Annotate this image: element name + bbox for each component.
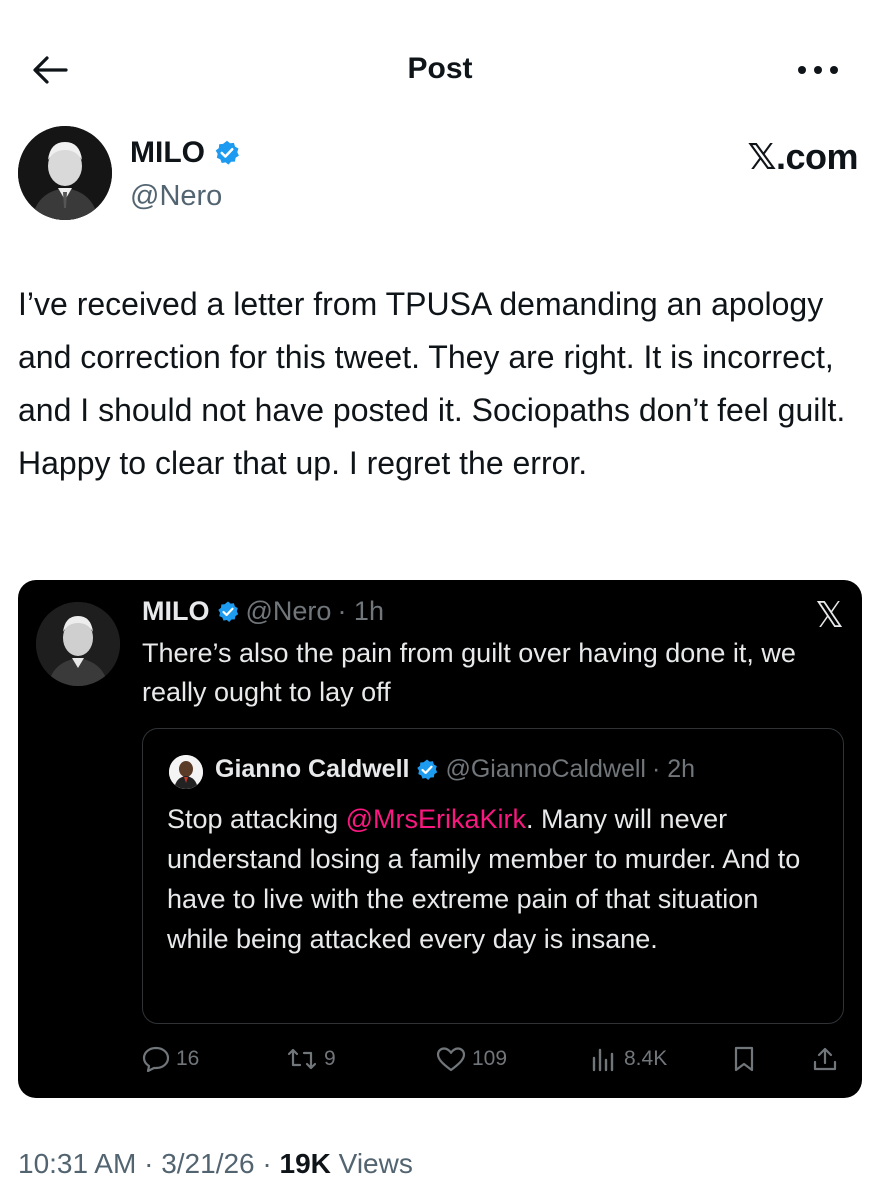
post-body-text: I’ve received a letter from TPUSA demand… xyxy=(18,286,846,481)
embedded-action-bar: 16 9 109 8.4K xyxy=(18,1036,862,1082)
views-total[interactable]: 19K xyxy=(280,1148,331,1179)
quoted-tweet-header: Gianno Caldwell @GiannoCaldwell · 2h xyxy=(215,755,695,784)
site-watermark: 𝕏.com xyxy=(747,136,858,177)
repost-icon xyxy=(287,1048,317,1070)
heart-icon xyxy=(436,1047,466,1072)
quoted-tweet-text: Stop attacking @MrsErikaKirk. Many will … xyxy=(167,799,827,959)
repost-action: 9 xyxy=(286,1036,336,1082)
embedded-author-name: MILO xyxy=(142,596,210,626)
meta-separator: · xyxy=(136,1148,162,1179)
embedded-tweet-header: MILO @Nero · 1h xyxy=(142,596,384,627)
like-count: 109 xyxy=(472,1047,508,1070)
bookmark-icon xyxy=(734,1046,754,1072)
bookmark-action xyxy=(732,1036,756,1082)
quoted-timestamp: · 2h xyxy=(651,755,696,783)
top-bar: Post xyxy=(0,40,880,100)
meta-separator: · xyxy=(254,1148,280,1179)
post-author: MILO @Nero 𝕏.com xyxy=(18,126,862,226)
page-title: Post xyxy=(407,52,473,85)
more-horizontal-icon xyxy=(798,66,838,74)
x-logo-icon: 𝕏 xyxy=(814,594,844,635)
quoted-tweet: Gianno Caldwell @GiannoCaldwell · 2h Sto… xyxy=(142,728,844,1024)
quoted-text-start: Stop attacking xyxy=(167,804,346,834)
views-label: Views xyxy=(330,1148,413,1179)
embedded-tweet-screenshot: MILO @Nero · 1h 𝕏 There’s also the pain … xyxy=(18,580,862,1098)
author-name[interactable]: MILO xyxy=(130,136,205,170)
quoted-author-name: Gianno Caldwell xyxy=(215,755,410,783)
like-action: 109 xyxy=(436,1036,507,1082)
more-options-button[interactable] xyxy=(792,52,844,88)
embedded-author-avatar xyxy=(36,602,120,686)
quoted-author-handle: @GiannoCaldwell xyxy=(445,755,646,783)
arrow-left-icon xyxy=(33,56,68,84)
reply-icon xyxy=(142,1046,170,1072)
post-meta-footer: 10:31 AM · 3/21/26 · 19K Views xyxy=(18,1148,413,1180)
author-avatar[interactable] xyxy=(18,126,112,220)
share-icon xyxy=(813,1047,837,1071)
verified-badge-icon xyxy=(217,601,238,622)
post-time[interactable]: 10:31 AM xyxy=(18,1148,136,1179)
reply-action: 16 xyxy=(142,1036,199,1082)
back-button[interactable] xyxy=(28,50,72,90)
mention-link: @MrsErikaKirk xyxy=(345,804,527,834)
share-action xyxy=(812,1036,838,1082)
views-chart-icon xyxy=(592,1048,614,1072)
quoted-author-avatar xyxy=(169,755,203,789)
author-name-row: MILO xyxy=(130,136,241,170)
views-action: 8.4K xyxy=(590,1036,667,1082)
views-count: 8.4K xyxy=(624,1047,668,1070)
embedded-timestamp: · 1h xyxy=(337,596,384,626)
repost-count: 9 xyxy=(324,1047,336,1070)
verified-badge-icon xyxy=(215,140,239,165)
author-handle[interactable]: @Nero xyxy=(130,180,222,213)
embedded-tweet-text: There’s also the pain from guilt over ha… xyxy=(142,638,796,707)
reply-count: 16 xyxy=(176,1047,200,1070)
post-date[interactable]: 3/21/26 xyxy=(161,1148,254,1179)
embedded-author-handle: @Nero xyxy=(245,596,332,626)
verified-badge-icon xyxy=(417,759,438,780)
